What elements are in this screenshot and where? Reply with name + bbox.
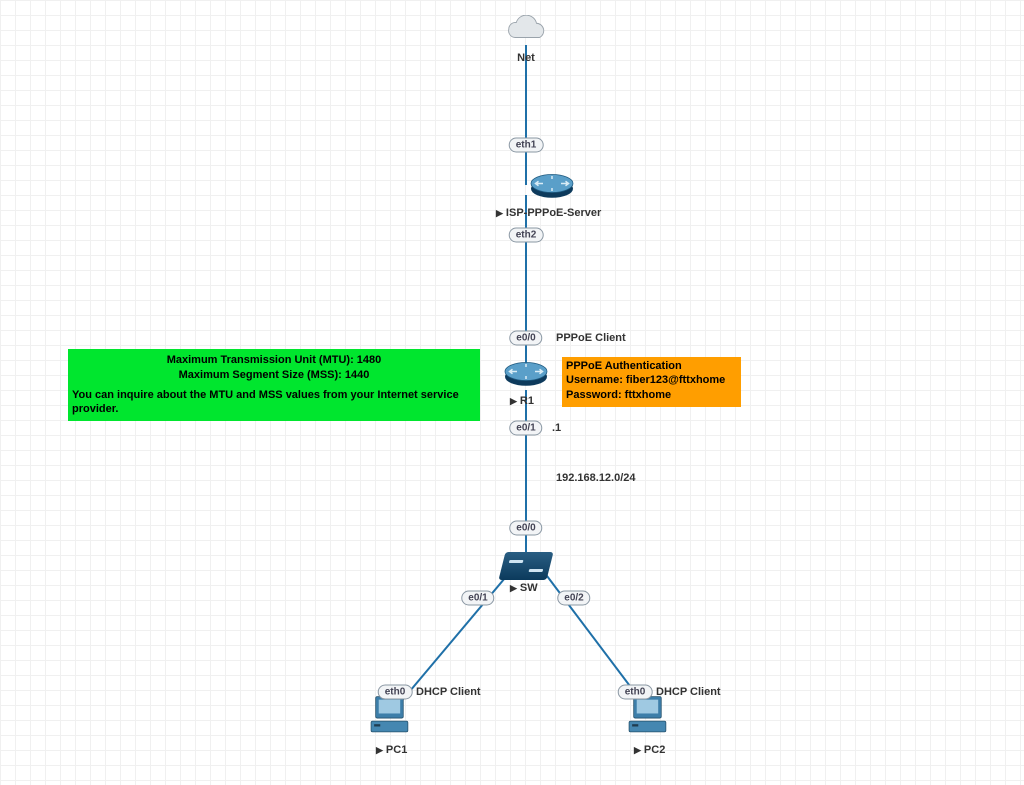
pc1-label: PC1 [376,744,414,756]
mtu-line: Maximum Transmission Unit (MTU): 1480 [72,353,476,367]
port-isp-eth1: eth1 [509,138,544,153]
pppoe-client-label: PPPoE Client [556,332,626,344]
r1-label: R1 [510,395,550,407]
switch-icon [499,552,554,580]
pc1-dhcp-label: DHCP Client [416,686,481,698]
port-pc2-eth0: eth0 [618,685,653,700]
router-isp[interactable]: ISP-PPPoE-Server [502,170,601,219]
pc-icon [368,693,414,737]
mtu-hint: You can inquire about the MTU and MSS va… [72,388,476,417]
pc-icon [626,693,672,737]
auth-user: Username: fiber123@fttxhome [566,373,737,387]
router-icon [528,170,576,200]
host-pc1[interactable]: PC1 [368,693,414,756]
cloud-icon [502,15,550,45]
isp-label: ISP-PPPoE-Server [496,207,601,219]
auth-pass: Password: fttxhome [566,388,737,402]
host-pc2[interactable]: PC2 [626,693,672,756]
cloud-net[interactable]: Net [502,15,550,64]
switch-sw[interactable]: SW [502,552,550,594]
pc2-dhcp-label: DHCP Client [656,686,721,698]
mss-line: Maximum Segment Size (MSS): 1440 [72,368,476,382]
auth-title: PPPoE Authentication [566,359,737,373]
pppoe-credentials-note[interactable]: PPPoE Authentication Username: fiber123@… [562,357,741,407]
pc2-label: PC2 [634,744,672,756]
port-isp-eth2: eth2 [509,228,544,243]
port-r1-e00: e0/0 [509,331,542,346]
port-pc1-eth0: eth0 [378,685,413,700]
r1-host-ip: .1 [552,422,561,434]
port-r1-e01: e0/1 [509,421,542,436]
router-r1[interactable]: R1 [502,358,550,407]
net-label: Net [502,52,550,64]
router-icon [502,358,550,388]
topology-canvas[interactable]: Net ISP-PPPoE-Server R1 SW [0,0,1024,785]
subnet-label: 192.168.12.0/24 [556,472,636,484]
port-sw-e01: e0/1 [461,591,494,606]
sw-label: SW [510,582,550,594]
mtu-mss-note[interactable]: Maximum Transmission Unit (MTU): 1480 Ma… [68,349,480,421]
port-sw-e00: e0/0 [509,521,542,536]
port-sw-e02: e0/2 [557,591,590,606]
